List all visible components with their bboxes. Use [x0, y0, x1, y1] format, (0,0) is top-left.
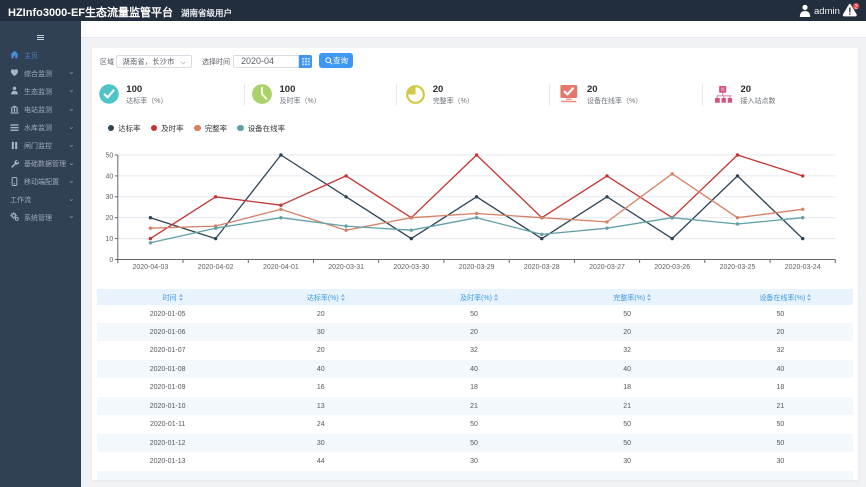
- svg-text:2020-04-01: 2020-04-01: [263, 264, 299, 271]
- svg-text:2020-03-26: 2020-03-26: [654, 264, 690, 271]
- svg-text:50: 50: [106, 152, 114, 159]
- svg-text:2020-03-24: 2020-03-24: [785, 264, 821, 271]
- svg-text:2020-03-28: 2020-03-28: [524, 264, 560, 271]
- svg-text:10: 10: [106, 236, 114, 243]
- svg-text:2020-03-29: 2020-03-29: [459, 264, 495, 271]
- svg-text:2020-03-25: 2020-03-25: [720, 264, 756, 271]
- svg-text:0: 0: [109, 257, 113, 264]
- svg-text:2020-04-02: 2020-04-02: [198, 264, 234, 271]
- svg-text:2: 2: [854, 4, 858, 11]
- svg-text:2020-04-03: 2020-04-03: [132, 264, 168, 271]
- svg-text:40: 40: [106, 173, 114, 180]
- svg-text:2020-03-30: 2020-03-30: [393, 264, 429, 271]
- svg-text:30: 30: [106, 194, 114, 201]
- svg-text:2020-03-27: 2020-03-27: [589, 264, 625, 271]
- svg-text:20: 20: [106, 215, 114, 222]
- svg-text:2020-03-31: 2020-03-31: [328, 264, 364, 271]
